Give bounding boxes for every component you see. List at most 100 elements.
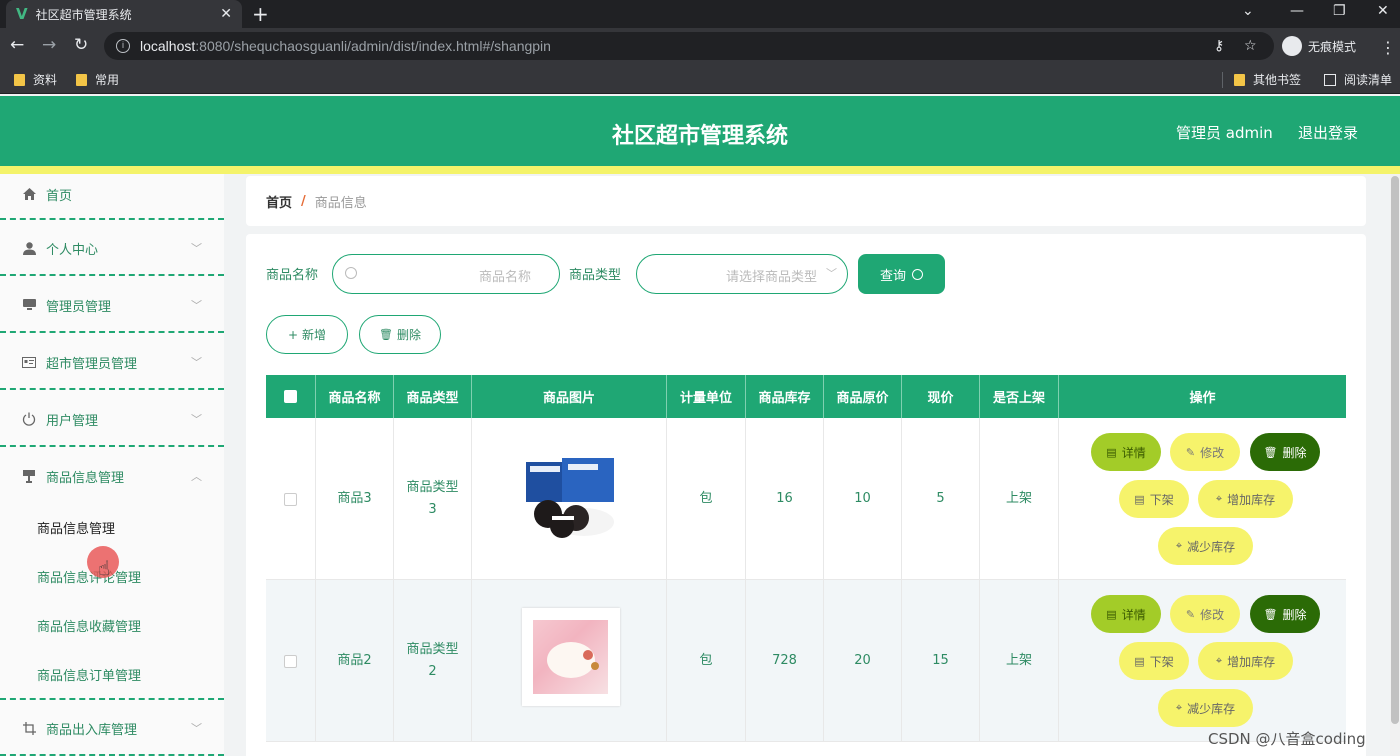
detail-label: 详情 (1121, 607, 1146, 622)
edit-button[interactable]: ✎ 修改 (1170, 595, 1240, 633)
folder-icon (14, 73, 25, 86)
off-shelf-button[interactable]: ▤ 下架 (1119, 480, 1189, 518)
bookmark-star-icon[interactable]: ☆ (1244, 38, 1257, 54)
browser-tab-bar: V 社区超市管理系统 ✕ + ⌄ — ❐ ✕ (0, 0, 1400, 28)
sidebar-item-profile[interactable]: 个人中心 ﹀ (0, 220, 224, 276)
reduce-stock-label: 减少库存 (1187, 701, 1236, 716)
tab-search-icon[interactable]: ⌄ (1242, 3, 1254, 19)
back-icon[interactable]: ← (10, 35, 24, 55)
url-input[interactable]: i localhost:8080/shequchaosguanli/admin/… (104, 32, 1274, 60)
original-price-cell: 10 (824, 418, 902, 580)
sidebar-item-home[interactable]: 首页 (0, 166, 224, 222)
incognito-icon (1282, 36, 1302, 56)
reduce-stock-button[interactable]: ⌖ 减少库存 (1158, 689, 1253, 727)
trash-icon: 🗑 (1263, 445, 1278, 459)
content-card: 商品名称 商品名称 商品类型 请选择商品类型 ﹀ 查询 + 新增 🗑 删除 商品… (246, 234, 1366, 756)
sidebar-item-label: 用户管理 (46, 413, 99, 429)
user-icon (22, 241, 36, 255)
close-tab-icon[interactable]: ✕ (220, 6, 232, 22)
sidebar-item-store-admins[interactable]: 超市管理员管理 ﹀ (0, 334, 224, 390)
column-header: 操作 (1189, 391, 1216, 406)
hand-cursor-icon: ☝ (98, 556, 111, 580)
minimize-icon[interactable]: — (1290, 3, 1304, 19)
detail-button[interactable]: ▤ 详情 (1091, 433, 1161, 471)
app-header: 社区超市管理系统 管理员 admin 退出登录 (0, 96, 1400, 166)
product-name-cell: 商品2 (316, 580, 394, 742)
forward-icon[interactable]: → (42, 35, 56, 55)
bookmark-folder[interactable]: 资料 (14, 71, 57, 88)
column-header: 计量单位 (667, 375, 746, 418)
unit-cell: 包 (667, 580, 746, 742)
chevron-down-icon: ﹀ (191, 722, 202, 735)
submenu-product-orders[interactable]: 商品信息订单管理 (37, 665, 141, 684)
location-pin-icon: ⌖ (1175, 701, 1183, 714)
batch-delete-button[interactable]: 🗑 删除 (359, 315, 441, 354)
off-shelf-button[interactable]: ▤ 下架 (1119, 642, 1189, 680)
location-pin-icon: ⌖ (1215, 654, 1223, 667)
shop-icon (22, 469, 36, 483)
sidebar-item-products[interactable]: 商品信息管理 ︿ (0, 448, 224, 504)
row-checkbox[interactable] (284, 654, 297, 668)
reading-list-icon (1324, 73, 1336, 86)
price-cell: 5 (902, 418, 980, 580)
delete-button[interactable]: 🗑 删除 (1250, 433, 1320, 471)
submenu-product-favorites[interactable]: 商品信息收藏管理 (37, 616, 141, 635)
on-sale-cell: 上架 (980, 418, 1059, 580)
stock-cell: 728 (746, 580, 824, 742)
column-header: 商品类型 (394, 375, 472, 418)
reading-list[interactable]: 阅读清单 (1324, 71, 1392, 88)
submenu-product-info[interactable]: 商品信息管理 (37, 518, 115, 537)
add-button-label: 新增 (302, 328, 327, 342)
plus-icon: + (287, 327, 299, 342)
bookmark-label: 阅读清单 (1344, 73, 1393, 87)
oreo-product-image (526, 458, 614, 538)
bookmark-folder[interactable]: 常用 (76, 71, 119, 88)
restore-icon[interactable]: ❐ (1333, 3, 1346, 19)
other-bookmarks[interactable]: 其他书签 (1234, 71, 1301, 88)
incognito-indicator[interactable]: 无痕模式 (1282, 36, 1356, 56)
row-select-cell (266, 418, 316, 580)
sidebar-item-stock-io[interactable]: 商品出入库管理 ﹀ (0, 700, 224, 756)
edit-button[interactable]: ✎ 修改 (1170, 433, 1240, 471)
product-type-select[interactable]: 请选择商品类型 ﹀ (636, 254, 848, 294)
browser-tab[interactable]: V 社区超市管理系统 ✕ (6, 0, 242, 28)
delete-label: 删除 (1282, 445, 1307, 460)
close-window-icon[interactable]: ✕ (1377, 3, 1389, 19)
scrollbar-thumb[interactable] (1391, 176, 1399, 724)
sidebar-item-users[interactable]: 用户管理 ﹀ (0, 391, 224, 447)
chevron-down-icon: ﹀ (191, 413, 202, 426)
yogurt-product-image (522, 608, 620, 706)
crop-icon (22, 721, 36, 735)
detail-button[interactable]: ▤ 详情 (1091, 595, 1161, 633)
add-button[interactable]: + 新增 (266, 315, 348, 354)
breadcrumb: 首页 / 商品信息 (246, 176, 1366, 226)
sidebar: 首页 个人中心 ﹀ 管理员管理 ﹀ 超市管理员管理 ﹀ 用户管理 ﹀ 商品信息管… (0, 174, 224, 756)
edit-label: 修改 (1200, 607, 1225, 622)
document-icon: ▤ (1134, 654, 1145, 668)
select-all-cell (266, 375, 316, 418)
pencil-icon: ✎ (1185, 445, 1196, 459)
reload-icon[interactable]: ↻ (74, 35, 88, 55)
delete-button[interactable]: 🗑 删除 (1250, 595, 1320, 633)
row-checkbox[interactable] (284, 492, 297, 506)
password-key-icon[interactable]: ⚷ (1214, 38, 1224, 54)
location-pin-icon: ⌖ (1215, 492, 1223, 505)
sidebar-item-admins[interactable]: 管理员管理 ﹀ (0, 277, 224, 333)
document-icon: ▤ (1134, 492, 1145, 506)
query-button[interactable]: 查询 (858, 254, 945, 294)
table-header: 商品名称 商品类型 商品图片 计量单位 商品库存 商品原价 现价 是否上架 操作 (266, 375, 1346, 418)
logout-link[interactable]: 退出登录 (1298, 122, 1358, 143)
site-info-icon[interactable]: i (116, 39, 130, 53)
add-stock-button[interactable]: ⌖ 增加库存 (1198, 642, 1293, 680)
sidebar-item-label: 商品信息管理 (46, 470, 125, 486)
chevron-down-icon: ﹀ (191, 242, 202, 255)
breadcrumb-home[interactable]: 首页 (266, 192, 292, 211)
new-tab-icon[interactable]: + (252, 2, 269, 26)
select-all-checkbox[interactable] (284, 390, 297, 403)
add-stock-button[interactable]: ⌖ 增加库存 (1198, 480, 1293, 518)
product-name-cell: 商品3 (316, 418, 394, 580)
browser-menu-icon[interactable]: ⋮ (1380, 38, 1396, 57)
breadcrumb-separator: / (301, 193, 306, 209)
reduce-stock-button[interactable]: ⌖ 减少库存 (1158, 527, 1253, 565)
product-name-input[interactable]: 商品名称 (332, 254, 560, 294)
